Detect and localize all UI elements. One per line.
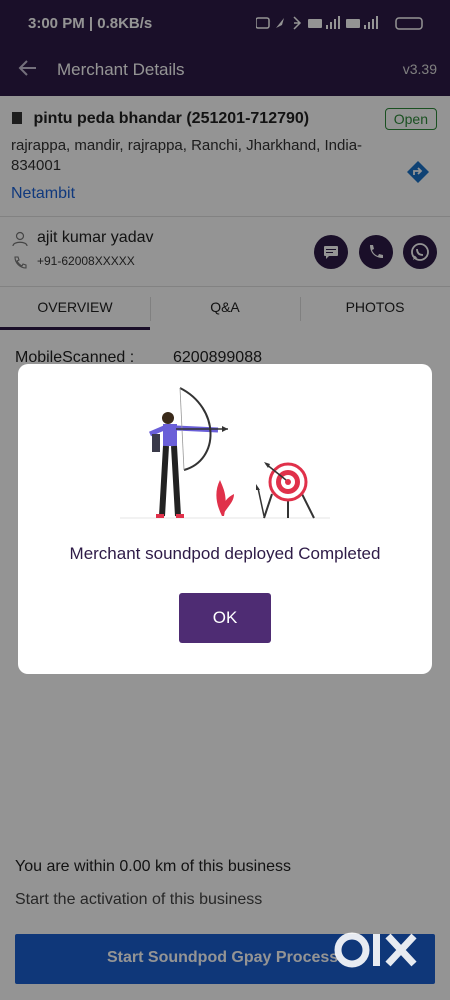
archer-target-illustration <box>120 387 330 519</box>
success-dialog: Merchant soundpod deployed Completed OK <box>18 364 432 674</box>
olx-watermark-logo <box>334 932 417 968</box>
dialog-message: Merchant soundpod deployed Completed <box>69 544 381 563</box>
ok-label: OK <box>212 608 238 627</box>
ok-button[interactable]: OK <box>179 593 271 643</box>
